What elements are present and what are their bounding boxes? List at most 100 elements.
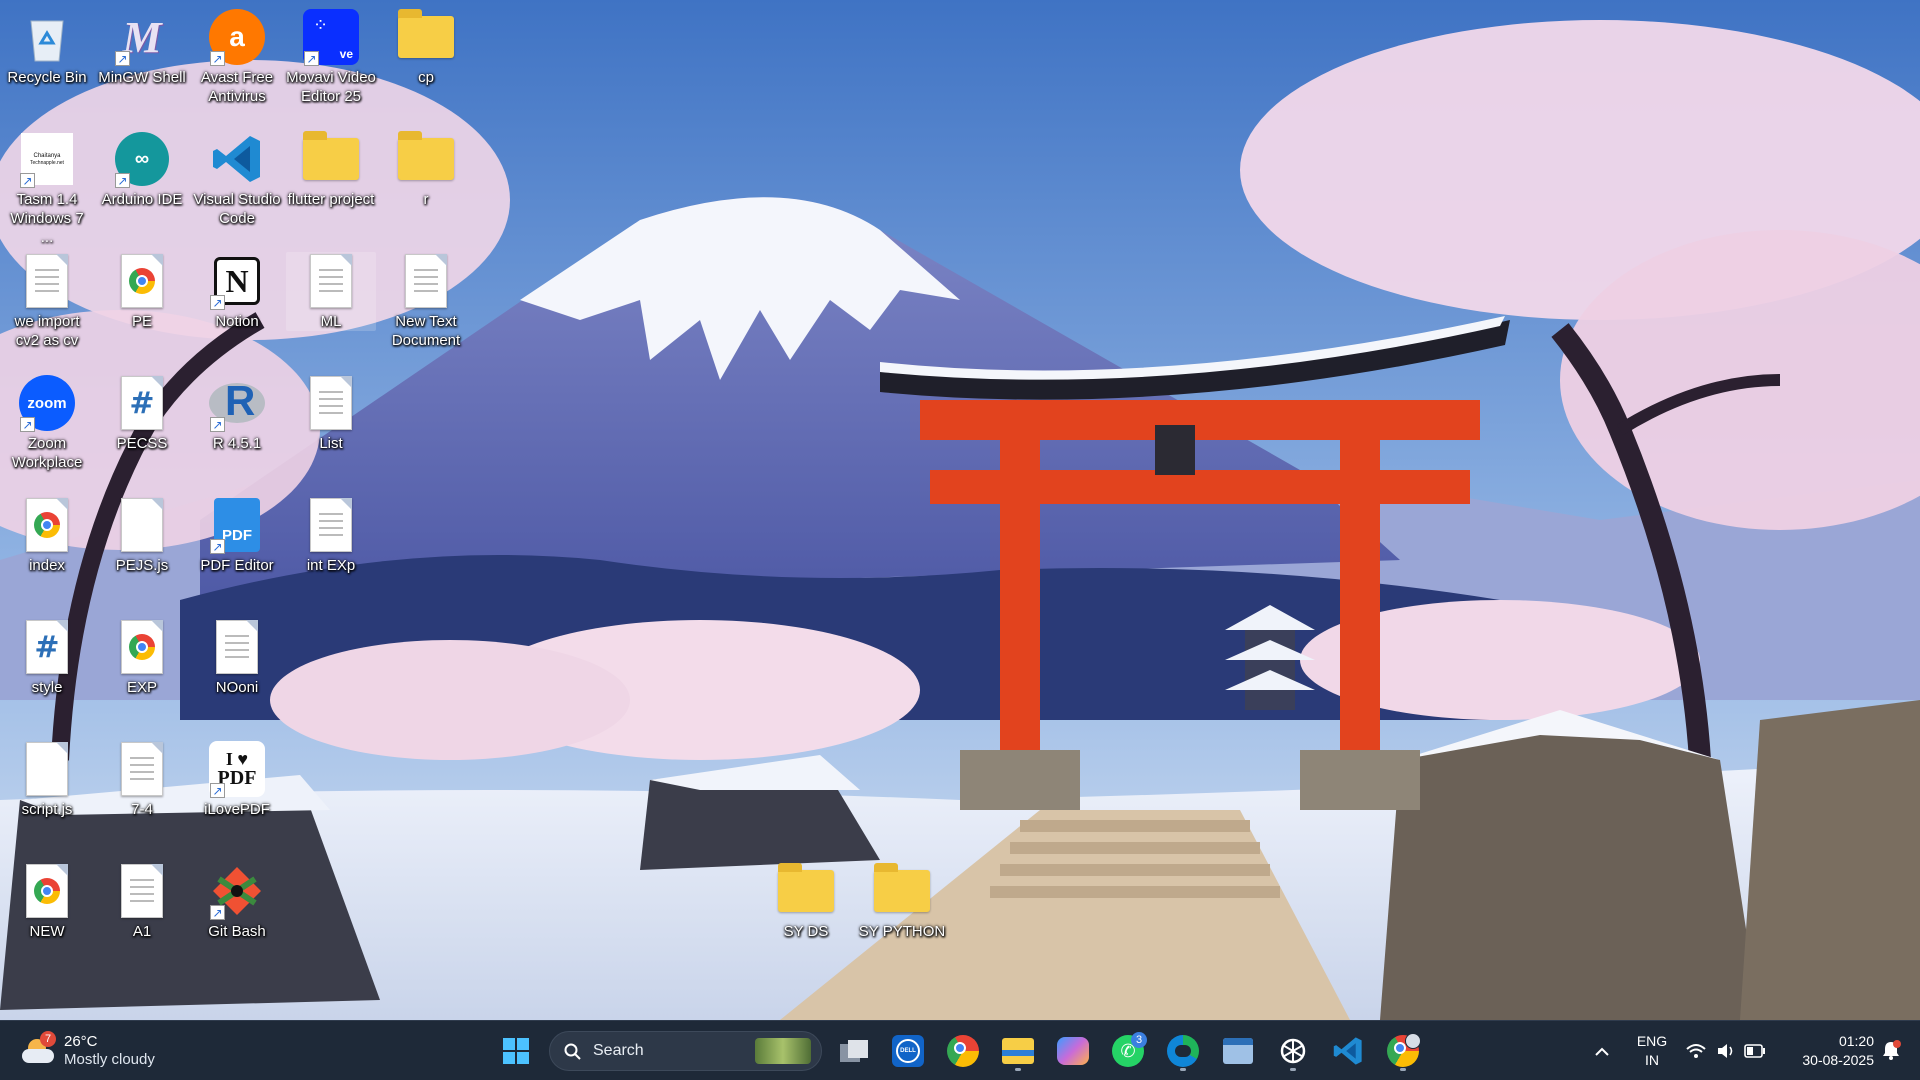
desktop-icon-label: SY PYTHON	[858, 923, 946, 940]
shortcut-arrow-icon: ↗	[20, 417, 35, 432]
taskbar-app-chrome[interactable]	[941, 1029, 985, 1073]
desktop-icon-flutter-project[interactable]: flutter project	[286, 130, 376, 209]
start-button[interactable]	[494, 1029, 538, 1073]
text-document-icon	[113, 740, 171, 798]
taskbar-app-window[interactable]	[1216, 1029, 1260, 1073]
shortcut-arrow-icon: ↗	[210, 783, 225, 798]
taskbar: 7 26°C Mostly cloudy Search DELL ✆ 3 ENG…	[0, 1020, 1920, 1080]
desktop-icon-tasm[interactable]: Chaitanya Technapple.net ↗ Tasm 1.4 Wind…	[2, 130, 92, 247]
desktop-icon-label: NEW	[29, 923, 65, 940]
desktop-icon-nooni[interactable]: NOoni	[192, 618, 282, 697]
desktop-icon-label: PDF Editor	[200, 557, 274, 574]
desktop-icon-style[interactable]: # style	[2, 618, 92, 697]
chrome-icon	[947, 1035, 979, 1067]
running-indicator	[1400, 1068, 1406, 1071]
taskbar-app-dell[interactable]: DELL	[886, 1029, 930, 1073]
desktop-icon-label: NOoni	[215, 679, 259, 696]
desktop-icon-pe[interactable]: PE	[97, 252, 187, 331]
desktop-icon-list[interactable]: List	[286, 374, 376, 453]
clock[interactable]: 01:20 30-08-2025	[1782, 1030, 1874, 1072]
weather-widget[interactable]: 7 26°C Mostly cloudy	[18, 1029, 178, 1073]
taskbar-app-whatsapp[interactable]: ✆ 3	[1106, 1029, 1150, 1073]
notification-center-button[interactable]	[1880, 1039, 1904, 1063]
desktop-icon-label: A1	[132, 923, 152, 940]
desktop-icon-r-folder[interactable]: r	[381, 130, 471, 209]
desktop-icon-pdf-editor[interactable]: PDF ↗ PDF Editor	[192, 496, 282, 575]
text-document-icon	[397, 252, 455, 310]
chatgpt-icon	[1280, 1038, 1306, 1064]
shortcut-arrow-icon: ↗	[304, 51, 319, 66]
chrome-html-icon	[18, 862, 76, 920]
desktop-icon-cp[interactable]: cp	[381, 8, 471, 87]
desktop-icon-label: List	[319, 435, 343, 452]
js-file-icon	[113, 496, 171, 554]
taskbar-app-edge[interactable]	[1161, 1029, 1205, 1073]
desktop-icon-script-js[interactable]: script.js	[2, 740, 92, 819]
desktop-icon-recycle-bin[interactable]: Recycle Bin	[2, 8, 92, 87]
desktop-icon-sy-ds[interactable]: SY DS	[761, 862, 851, 941]
desktop-icon-ml[interactable]: ML	[286, 252, 376, 331]
shortcut-arrow-icon: ↗	[210, 295, 225, 310]
desktop-icon-ilovepdf[interactable]: I ♥ PDF ↗ iLovePDF	[192, 740, 282, 819]
folder-icon	[873, 862, 931, 920]
desktop-icon-avast[interactable]: a ↗ Avast Free Antivirus	[192, 8, 282, 106]
taskbar-app-chrome-profile[interactable]	[1381, 1029, 1425, 1073]
windows-logo-icon	[503, 1038, 529, 1064]
desktop-icon-new[interactable]: NEW	[2, 862, 92, 941]
desktop-icon-r[interactable]: R ↗ R 4.5.1	[192, 374, 282, 453]
desktop-icon-git-bash[interactable]: ↗ Git Bash	[192, 862, 282, 941]
desktop-icon-arduino-ide[interactable]: ∞ ↗ Arduino IDE	[97, 130, 187, 209]
running-indicator	[1015, 1068, 1021, 1071]
dell-icon: DELL	[892, 1035, 924, 1067]
desktop-icon-sy-python[interactable]: SY PYTHON	[857, 862, 947, 941]
desktop-icon-vscode[interactable]: Visual Studio Code	[192, 130, 282, 228]
edge-icon	[1167, 1035, 1199, 1067]
desktop-icon-we-import-cv2[interactable]: we import cv2 as cv	[2, 252, 92, 350]
volume-icon	[1718, 1044, 1733, 1058]
desktop-icon-movavi[interactable]: ⁘ ve ↗ Movavi Video Editor 25	[286, 8, 376, 106]
notion-icon: N ↗	[208, 252, 266, 310]
arduino-icon: ∞ ↗	[113, 130, 171, 188]
desktop-icon-exp[interactable]: EXP	[97, 618, 187, 697]
shortcut-arrow-icon: ↗	[210, 51, 225, 66]
desktop-icon-label: PE	[131, 313, 152, 330]
input-language-indicator[interactable]: ENG IN	[1632, 1030, 1672, 1072]
chrome-html-icon	[18, 496, 76, 554]
desktop-icon-label: r	[423, 191, 429, 208]
shortcut-arrow-icon: ↗	[210, 539, 225, 554]
desktop-icon-a1[interactable]: A1	[97, 862, 187, 941]
desktop-icon-label: we import cv2 as cv	[14, 313, 80, 349]
shortcut-arrow-icon: ↗	[115, 173, 130, 188]
taskbar-app-copilot[interactable]	[1051, 1029, 1095, 1073]
text-document-icon	[302, 496, 360, 554]
taskbar-app-file-explorer[interactable]	[996, 1029, 1040, 1073]
desktop-icon-label: flutter project	[287, 191, 375, 208]
taskbar-app-vscode[interactable]	[1326, 1029, 1370, 1073]
taskbar-app-chatgpt[interactable]	[1271, 1029, 1315, 1073]
desktop-icon-index[interactable]: index	[2, 496, 92, 575]
desktop-icon-int-exp[interactable]: int EXp	[286, 496, 376, 575]
taskbar-search-box[interactable]: Search	[549, 1031, 822, 1071]
clock-date: 30-08-2025	[1802, 1052, 1874, 1068]
shortcut-arrow-icon: ↗	[210, 905, 225, 920]
folder-icon	[397, 8, 455, 66]
desktop-icon-zoom[interactable]: zoom ↗ Zoom Workplace	[2, 374, 92, 472]
desktop-icon-label: ML	[320, 313, 342, 330]
network-volume-battery-group[interactable]	[1684, 1033, 1770, 1069]
desktop-icon-label: Visual Studio Code	[193, 191, 281, 227]
language-code: ENG	[1636, 1033, 1668, 1049]
search-icon	[564, 1043, 581, 1060]
desktop-icon-pecss[interactable]: # PECSS	[97, 374, 187, 453]
desktop-icon-new-text-document[interactable]: New Text Document	[381, 252, 471, 350]
weather-alert-badge: 7	[40, 1031, 56, 1047]
desktop-icon-notion[interactable]: N ↗ Notion	[192, 252, 282, 331]
css-file-icon: #	[18, 618, 76, 676]
task-view-button[interactable]	[832, 1029, 876, 1073]
running-indicator	[1180, 1068, 1186, 1071]
show-hidden-icons-button[interactable]	[1580, 1029, 1624, 1073]
desktop-icon-7-4[interactable]: 7-4	[97, 740, 187, 819]
desktop-icon-pejs[interactable]: PEJS.js	[97, 496, 187, 575]
chevron-up-icon	[1595, 1047, 1609, 1056]
battery-icon	[1744, 1044, 1765, 1058]
desktop-icon-mingw-shell[interactable]: M ↗ MinGW Shell	[97, 8, 187, 87]
